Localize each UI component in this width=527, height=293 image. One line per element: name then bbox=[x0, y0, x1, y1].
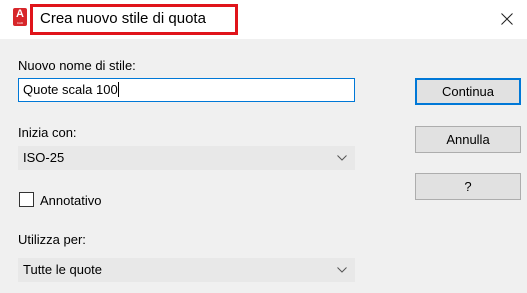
title-bar: A CAD Crea nuovo stile di quota bbox=[0, 0, 527, 39]
new-style-name-input[interactable]: Quote scala 100 bbox=[18, 78, 355, 102]
text-caret bbox=[117, 82, 119, 97]
new-style-name-label: Nuovo nome di stile: bbox=[18, 58, 136, 73]
close-button[interactable] bbox=[494, 7, 520, 31]
use-for-dropdown[interactable]: Tutte le quote bbox=[18, 258, 355, 282]
chevron-down-icon bbox=[337, 155, 347, 161]
chevron-down-icon bbox=[337, 267, 347, 273]
continue-button[interactable]: Continua bbox=[415, 78, 521, 105]
annotative-checkbox[interactable] bbox=[19, 192, 34, 207]
close-icon bbox=[501, 13, 513, 25]
use-for-value: Tutte le quote bbox=[23, 262, 103, 277]
dialog-title: Crea nuovo stile di quota bbox=[40, 10, 206, 27]
autocad-app-icon: A CAD bbox=[13, 8, 27, 26]
start-with-dropdown[interactable]: ISO-25 bbox=[18, 146, 355, 170]
dialog-window: A CAD Crea nuovo stile di quota Nuovo no… bbox=[0, 0, 527, 293]
cancel-button[interactable]: Annulla bbox=[415, 126, 521, 153]
start-with-label: Inizia con: bbox=[18, 125, 77, 140]
use-for-label: Utilizza per: bbox=[18, 232, 86, 247]
help-button[interactable]: ? bbox=[415, 173, 521, 200]
annotative-label: Annotativo bbox=[40, 193, 102, 208]
start-with-value: ISO-25 bbox=[23, 150, 65, 165]
